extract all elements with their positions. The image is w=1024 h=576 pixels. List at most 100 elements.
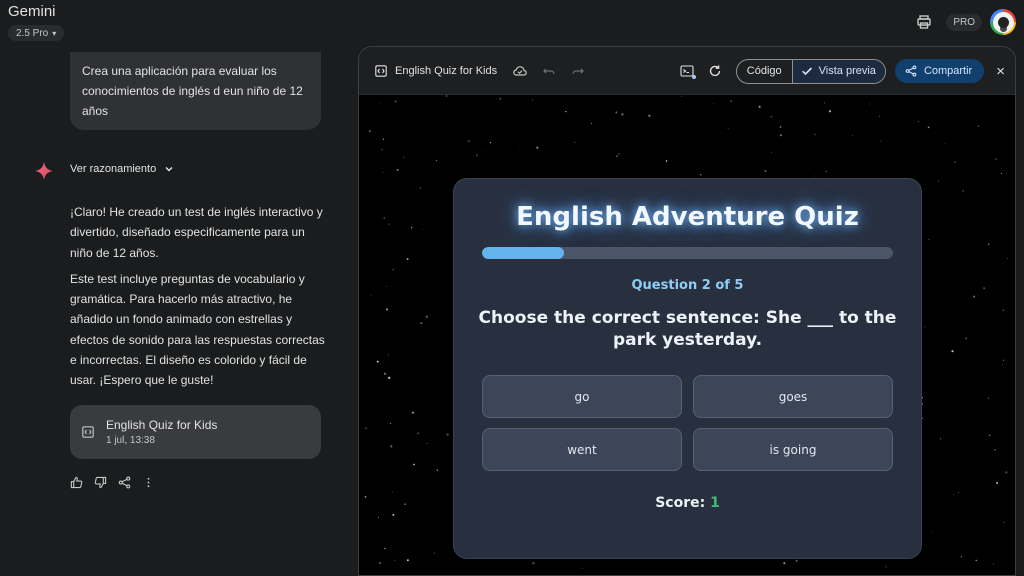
view-toggle: Código Vista previa xyxy=(735,58,886,84)
user-prompt-bubble: Crea una aplicación para evaluar los con… xyxy=(70,52,321,130)
star xyxy=(928,238,930,241)
redo-icon[interactable] xyxy=(571,64,585,78)
star xyxy=(376,360,379,363)
star xyxy=(390,445,393,448)
star xyxy=(996,481,999,485)
reply-paragraph: Este test incluye preguntas de vocabular… xyxy=(70,271,325,388)
star xyxy=(404,503,407,506)
star xyxy=(532,562,535,565)
refresh-icon xyxy=(709,65,720,77)
star xyxy=(385,285,387,288)
star xyxy=(387,354,390,356)
tab-preview[interactable]: Vista previa xyxy=(792,59,885,83)
code-icon xyxy=(82,426,94,438)
share-icon xyxy=(905,65,917,77)
canvas-panel: English Quiz for Kids Código Vista previ… xyxy=(358,46,1016,576)
star xyxy=(385,308,389,311)
artifact-card[interactable]: English Quiz for Kids 1 jul, 13:38 xyxy=(70,405,321,459)
star xyxy=(394,560,396,562)
refresh-button[interactable] xyxy=(708,64,722,78)
star xyxy=(879,115,880,117)
assistant-reply: ¡Claro! He creado un test de inglés inte… xyxy=(70,202,326,391)
thumb-down-icon[interactable] xyxy=(94,476,107,489)
star xyxy=(379,562,381,564)
star xyxy=(648,114,651,117)
progress-fill xyxy=(482,247,565,259)
star xyxy=(445,95,448,98)
star xyxy=(381,148,383,151)
star xyxy=(475,154,478,157)
star xyxy=(983,287,986,290)
score-value: 1 xyxy=(710,495,720,511)
star xyxy=(419,187,422,189)
star xyxy=(532,99,533,101)
star xyxy=(590,122,593,125)
code-icon xyxy=(375,64,387,77)
star xyxy=(396,146,398,148)
star xyxy=(770,115,773,118)
quiz-card: English Adventure Quiz Question 2 of 5 C… xyxy=(453,178,922,559)
star xyxy=(944,143,946,145)
star xyxy=(885,566,887,568)
answer-option[interactable]: goes xyxy=(693,375,893,418)
more-vert-icon[interactable] xyxy=(142,476,155,489)
star xyxy=(771,151,772,153)
star xyxy=(536,146,539,149)
question-text: Choose the correct sentence: She ___ to … xyxy=(478,308,897,350)
star xyxy=(988,397,990,399)
star xyxy=(446,433,449,436)
star xyxy=(921,397,924,399)
avatar[interactable] xyxy=(990,9,1016,35)
star xyxy=(382,172,384,173)
star xyxy=(880,140,882,142)
console-button[interactable] xyxy=(680,64,696,79)
star xyxy=(436,469,439,471)
star xyxy=(823,102,825,104)
question-counter: Question 2 of 5 xyxy=(631,278,744,293)
model-selector[interactable]: 2.5 Pro ▾ xyxy=(8,25,65,41)
star xyxy=(380,103,382,105)
star xyxy=(779,126,782,128)
star xyxy=(960,555,963,558)
star xyxy=(758,105,761,108)
answer-option[interactable]: is going xyxy=(693,428,893,471)
star xyxy=(987,243,990,246)
answer-option[interactable]: went xyxy=(482,428,682,471)
star xyxy=(420,321,423,325)
star xyxy=(937,180,939,182)
star xyxy=(384,372,386,375)
chevron-down-icon xyxy=(165,166,173,172)
star xyxy=(972,295,976,298)
tab-code[interactable]: Código xyxy=(737,59,793,83)
thumb-up-icon[interactable] xyxy=(70,476,83,489)
printer-icon[interactable] xyxy=(916,14,932,30)
star xyxy=(700,173,702,176)
star xyxy=(499,97,502,100)
star xyxy=(616,155,618,157)
close-icon[interactable]: × xyxy=(996,63,1005,80)
app-title: Gemini xyxy=(8,3,56,20)
star xyxy=(930,532,932,533)
artifact-timestamp: 1 jul, 13:38 xyxy=(106,435,155,446)
share-icon[interactable] xyxy=(118,476,131,489)
top-right-actions: PRO xyxy=(916,8,1024,36)
star xyxy=(394,100,397,103)
pro-badge: PRO xyxy=(946,13,982,31)
quiz-title: English Adventure Quiz xyxy=(516,202,859,232)
preview-stage: English Adventure Quiz Question 2 of 5 C… xyxy=(359,95,1015,575)
undo-icon[interactable] xyxy=(542,64,556,78)
show-reasoning-toggle[interactable]: Ver razonamiento xyxy=(70,163,174,175)
star xyxy=(779,134,783,137)
star xyxy=(396,168,399,171)
star xyxy=(388,376,391,380)
star xyxy=(965,337,968,340)
star xyxy=(426,442,428,444)
star xyxy=(378,516,379,518)
star xyxy=(917,120,920,123)
star xyxy=(681,95,683,97)
artifact-title: English Quiz for Kids xyxy=(106,418,218,432)
answer-option[interactable]: go xyxy=(482,375,682,418)
share-button[interactable]: Compartir xyxy=(894,59,985,83)
star xyxy=(927,126,930,129)
star xyxy=(727,127,729,129)
